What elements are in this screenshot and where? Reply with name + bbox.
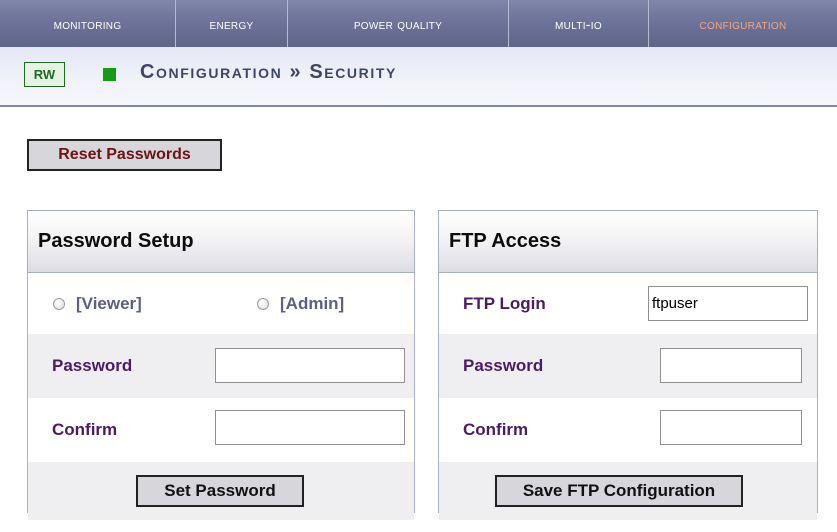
ftp-access-footer: Save FTP Configuration <box>439 462 817 520</box>
password-setup-panel: Password Setup [Viewer] [Admin] Password… <box>27 210 415 520</box>
ftp-login-label: FTP Login <box>463 293 546 313</box>
tab-energy[interactable]: Energy <box>176 0 288 47</box>
ftp-login-input[interactable] <box>648 286 808 321</box>
ftp-confirm-input[interactable] <box>660 410 802 445</box>
confirm-row: Confirm <box>28 398 414 462</box>
ftp-access-panel: FTP Access FTP Login Password Confirm Sa… <box>438 210 818 520</box>
admin-radio-label: [Admin] <box>280 293 345 313</box>
ftp-password-row: Password <box>439 334 817 398</box>
save-ftp-configuration-button[interactable]: Save FTP Configuration <box>495 475 743 507</box>
role-radio-row: [Viewer] [Admin] <box>28 273 414 334</box>
title-bar: RW Configuration » Security <box>0 47 837 107</box>
password-input[interactable] <box>215 348 405 383</box>
confirm-label: Confirm <box>52 420 118 439</box>
admin-radio-button[interactable] <box>257 297 269 310</box>
ftp-access-title: FTP Access <box>439 211 817 273</box>
top-nav: Monitoring Energy Power Quality Multi-IO… <box>0 0 837 47</box>
status-square-icon <box>103 68 116 81</box>
ftp-confirm-label: Confirm <box>463 420 529 439</box>
page-title: Configuration » Security <box>140 61 397 83</box>
password-row: Password <box>28 334 414 398</box>
admin-radio-option[interactable]: [Admin] <box>257 294 344 314</box>
password-setup-title: Password Setup <box>28 211 414 273</box>
viewer-radio-button[interactable] <box>53 297 65 310</box>
password-setup-footer: Set Password <box>28 462 414 520</box>
viewer-radio-label: [Viewer] <box>76 293 142 313</box>
reset-passwords-button[interactable]: Reset Passwords <box>27 139 222 171</box>
tab-monitoring[interactable]: Monitoring <box>0 0 176 47</box>
tab-configuration[interactable]: Configuration <box>649 0 837 47</box>
tab-multi-io[interactable]: Multi-IO <box>509 0 649 47</box>
ftp-confirm-row: Confirm <box>439 398 817 462</box>
viewer-radio-option[interactable]: [Viewer] <box>53 294 142 314</box>
ftp-password-input[interactable] <box>660 348 802 383</box>
ftp-password-label: Password <box>463 356 544 375</box>
tab-power-quality[interactable]: Power Quality <box>288 0 509 47</box>
set-password-button[interactable]: Set Password <box>136 475 304 507</box>
confirm-password-input[interactable] <box>215 410 405 445</box>
ftp-login-row: FTP Login <box>439 273 817 334</box>
password-label: Password <box>52 356 133 375</box>
rw-badge: RW <box>24 62 65 87</box>
